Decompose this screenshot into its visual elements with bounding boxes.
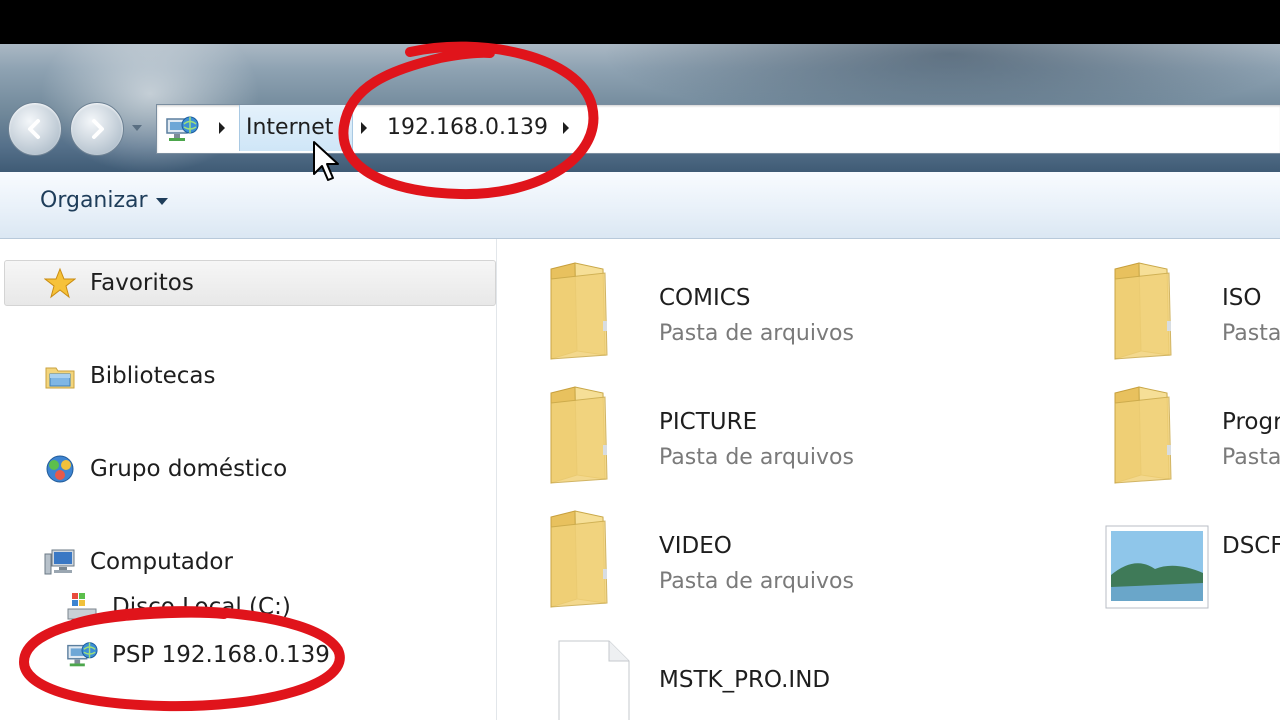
file-name: ISO <box>1222 285 1262 311</box>
network-location-icon <box>166 116 199 141</box>
file-type: Pasta de arquivos <box>659 445 854 470</box>
breadcrumb-separator-icon[interactable] <box>561 121 571 135</box>
windows-drive-icon <box>67 593 97 620</box>
chevron-down-icon <box>155 197 168 205</box>
back-button[interactable] <box>8 102 62 156</box>
favorites-header[interactable] <box>4 260 496 306</box>
nav-label: Grupo doméstico <box>90 456 288 482</box>
network-location-icon <box>67 642 98 667</box>
nav-label: Favoritos <box>90 270 194 296</box>
forward-button[interactable] <box>70 102 124 156</box>
folder-icon <box>1114 386 1172 484</box>
file-name: DSCF <box>1222 533 1280 559</box>
nav-label: Computador <box>90 549 233 575</box>
file-type: Pasta de arquivos <box>1222 445 1280 470</box>
libraries-icon <box>45 367 75 389</box>
recent-pages-chevron-icon[interactable] <box>130 122 144 134</box>
command-bar: Organizar <box>0 172 1280 239</box>
folder-icon <box>550 262 608 360</box>
file-name: PICTURE <box>659 409 758 435</box>
nav-label: Disco Local (C:) <box>112 594 291 620</box>
breadcrumb-separator-icon[interactable] <box>359 121 369 135</box>
nav-label: PSP 192.168.0.139 <box>112 642 330 668</box>
video-top-bar <box>0 0 1280 44</box>
file-icon <box>558 640 630 720</box>
organize-menu-button[interactable]: Organizar <box>40 188 168 213</box>
mouse-cursor-icon <box>313 141 339 181</box>
file-type: Pasta de arquivos <box>659 321 854 346</box>
file-name: COMICS <box>659 285 751 311</box>
breadcrumb-ip-address[interactable]: 192.168.0.139 <box>381 105 554 151</box>
breadcrumb-separator-icon[interactable] <box>217 121 227 135</box>
back-arrow-icon <box>28 119 40 139</box>
folder-icon <box>550 386 608 484</box>
image-file-icon <box>1105 525 1209 609</box>
file-name: VIDEO <box>659 533 732 559</box>
file-type: Pasta de arquivos <box>1222 321 1280 346</box>
star-icon <box>44 267 76 299</box>
homegroup-icon <box>46 455 74 483</box>
folder-icon <box>1114 262 1172 360</box>
nav-label: Bibliotecas <box>90 363 216 389</box>
computer-icon <box>44 549 75 575</box>
file-list: COMICS Pasta de arquivos ISO Pasta de ar… <box>497 239 1280 720</box>
forward-arrow-icon <box>92 119 104 139</box>
file-name: MSTK_PRO.IND <box>659 667 831 693</box>
file-name: Programs <box>1222 409 1280 435</box>
file-type: Pasta de arquivos <box>659 569 854 594</box>
folder-icon <box>550 510 608 608</box>
organize-label: Organizar <box>40 188 148 213</box>
